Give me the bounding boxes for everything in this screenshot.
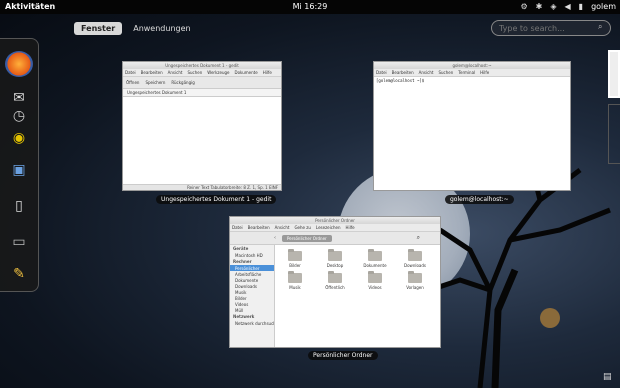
gedit-caption: Ungespeichertes Dokument 1 - gedit [156, 195, 277, 204]
volume-icon[interactable]: ◀ [565, 0, 571, 14]
accessibility-icon[interactable]: ⚙ [520, 0, 527, 14]
back-arrow-icon[interactable]: ‹ [274, 235, 276, 241]
folder-item[interactable]: Bilder [280, 249, 310, 268]
menu-suchen[interactable]: Suchen [438, 69, 453, 76]
terminal-prompt[interactable]: [golem@localhost ~]$ [374, 77, 570, 84]
open-button[interactable]: Öffnen [126, 80, 139, 85]
files-icon[interactable]: ▯ [5, 193, 33, 219]
user-menu[interactable]: golem [591, 0, 616, 14]
folder-icon [328, 249, 342, 261]
workspace-thumbnail-empty[interactable] [608, 104, 620, 164]
gedit-window[interactable]: Ungespeichertes Dokument 1 - gedit Datei… [122, 61, 282, 191]
undo-button[interactable]: Rückgängig [171, 80, 194, 85]
menu-ansicht[interactable]: Ansicht [275, 224, 290, 231]
menu-hilfe[interactable]: Hilfe [345, 224, 354, 231]
path-button[interactable]: Persönlicher Ordner [282, 235, 332, 242]
menu-datei[interactable]: Datei [125, 69, 136, 76]
search-input[interactable] [491, 20, 611, 36]
sidebar-head-netzwerk: Netzwerk [233, 314, 255, 319]
menu-bearbeiten[interactable]: Bearbeiten [141, 69, 163, 76]
menu-hilfe[interactable]: Hilfe [480, 69, 489, 76]
menu-datei[interactable]: Datei [232, 224, 243, 231]
sidebar-item-network[interactable]: Netzwerk durchsuchen [230, 320, 274, 326]
status-bar: Reiner Text Tabulatorbreite: 8 Z. 1, Sp.… [123, 184, 281, 190]
search-icon: ⌕ [598, 22, 603, 31]
folder-icon [408, 249, 422, 261]
gedit-titlebar[interactable]: Ungespeichertes Dokument 1 - gedit [123, 62, 281, 69]
folder-icon [368, 249, 382, 261]
folder-icon [288, 271, 302, 283]
menu-datei[interactable]: Datei [376, 69, 387, 76]
folder-item[interactable]: Videos [360, 271, 390, 290]
message-tray-icon[interactable]: ▤ [603, 372, 612, 382]
dash: ✉ ◷ ◉ ▣ ▯ ▭ ✎ [0, 38, 39, 292]
menu-ansicht[interactable]: Ansicht [168, 69, 183, 76]
nautilus-toolbar: ‹ Persönlicher Ordner ⌕ [230, 232, 440, 245]
menu-dokumente[interactable]: Dokumente [235, 69, 258, 76]
folder-item[interactable]: Musik [280, 271, 310, 290]
top-bar: Aktivitäten Mi 16:29 ⚙ ✱ ◈ ◀ ▮ golem [0, 0, 620, 14]
workspace-thumbnail-active[interactable] [608, 50, 620, 98]
menu-bearbeiten[interactable]: Bearbeiten [392, 69, 414, 76]
battery-icon[interactable]: ▮ [579, 0, 583, 14]
folder-item[interactable]: Dokumente [360, 249, 390, 268]
nautilus-caption: Persönlicher Ordner [308, 351, 378, 360]
text-area[interactable] [123, 97, 281, 177]
search-icon[interactable]: ⌕ [417, 234, 420, 242]
sidebar-head-geraete: Geräte [233, 246, 249, 251]
folder-item[interactable]: Desktop [320, 249, 350, 268]
save-button[interactable]: Speichern [145, 80, 165, 85]
places-sidebar: Geräte Macintosh HD Rechner Persönlicher… [230, 245, 275, 347]
tab-fenster[interactable]: Fenster [74, 22, 123, 35]
nautilus-window[interactable]: Persönlicher Ordner Datei Bearbeiten Ans… [229, 216, 441, 348]
nautilus-titlebar[interactable]: Persönlicher Ordner [230, 217, 440, 224]
terminal-titlebar[interactable]: golem@localhost:~ [374, 62, 570, 69]
menu-gehe-zu[interactable]: Gehe zu [294, 224, 310, 231]
gedit-toolbar: Öffnen Speichern Rückgängig [123, 77, 281, 89]
terminal-menubar: Datei Bearbeiten Ansicht Suchen Terminal… [374, 69, 570, 77]
folder-icon [328, 271, 342, 283]
firefox-icon[interactable] [5, 51, 33, 77]
nautilus-menubar: Datei Bearbeiten Ansicht Gehe zu Lesezei… [230, 224, 440, 232]
folder-item[interactable]: Vorlagen [400, 271, 430, 290]
system-tray: ⚙ ✱ ◈ ◀ ▮ golem [520, 0, 616, 14]
screen-icon[interactable]: ▭ [5, 229, 33, 255]
menu-werkzeuge[interactable]: Werkzeuge [207, 69, 229, 76]
menu-lesezeichen[interactable]: Lesezeichen [316, 224, 341, 231]
menu-bearbeiten[interactable]: Bearbeiten [248, 224, 270, 231]
terminal-window[interactable]: golem@localhost:~ Datei Bearbeiten Ansic… [373, 61, 571, 191]
gedit-menubar: Datei Bearbeiten Ansicht Suchen Werkzeug… [123, 69, 281, 77]
terminal-caption: golem@localhost:~ [445, 195, 514, 204]
bluetooth-icon[interactable]: ✱ [536, 0, 543, 14]
menu-suchen[interactable]: Suchen [187, 69, 202, 76]
overview-tabs: Fenster Anwendungen [74, 22, 198, 35]
folder-icon [288, 249, 302, 261]
folder-item[interactable]: Öffentlich [320, 271, 350, 290]
network-icon[interactable]: ◈ [550, 0, 556, 14]
tab-anwendungen[interactable]: Anwendungen [126, 22, 197, 35]
menu-hilfe[interactable]: Hilfe [263, 69, 272, 76]
document-tab[interactable]: Ungespeichertes Dokument 1 [123, 89, 281, 97]
menu-terminal[interactable]: Terminal [458, 69, 475, 76]
speaker-icon[interactable]: ◉ [5, 125, 33, 151]
editor-icon[interactable]: ✎ [5, 261, 33, 287]
menu-ansicht[interactable]: Ansicht [419, 69, 434, 76]
sidebar-head-rechner: Rechner [233, 259, 252, 264]
folder-icon [408, 271, 422, 283]
folder-icon [368, 271, 382, 283]
photos-icon[interactable]: ▣ [5, 157, 33, 183]
folder-item[interactable]: Downloads [400, 249, 430, 268]
